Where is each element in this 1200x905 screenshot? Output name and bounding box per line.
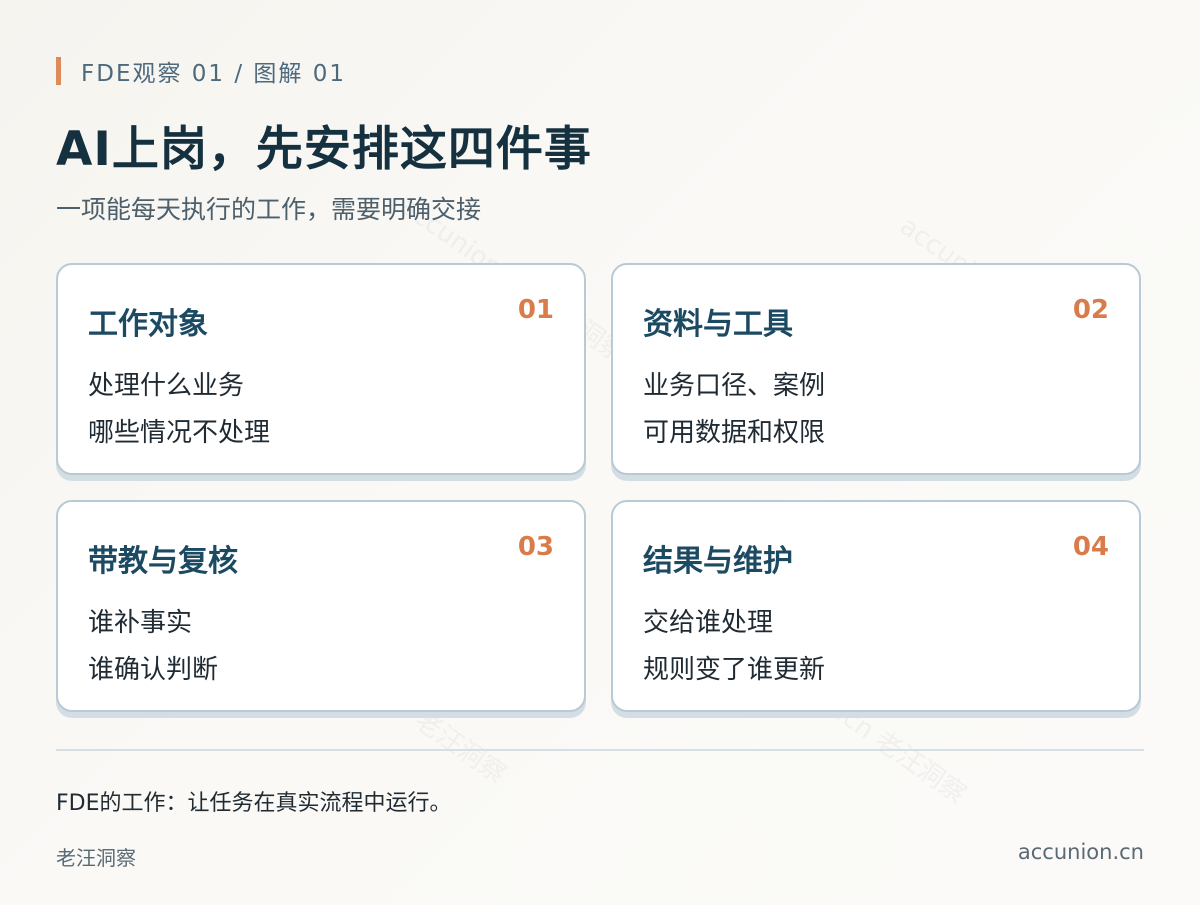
card-line: 交给谁处理	[643, 608, 774, 638]
eyebrow: FDE观察 01 / 图解 01	[56, 56, 346, 87]
card-line: 业务口径、案例	[643, 371, 826, 401]
card-work-object: 工作对象 01 处理什么业务 哪些情况不处理	[56, 263, 586, 475]
card-line: 哪些情况不处理	[88, 418, 271, 448]
page-subtitle: 一项能每天执行的工作，需要明确交接	[56, 195, 482, 224]
card-number: 01	[517, 295, 554, 325]
footer-site: accunion.cn	[1017, 840, 1144, 864]
card-line: 规则变了谁更新	[643, 655, 826, 685]
card-mentoring-review: 带教与复核 03 谁补事实 谁确认判断	[56, 500, 586, 712]
card-title: 结果与维护	[643, 544, 793, 579]
card-line: 可用数据和权限	[643, 418, 826, 448]
card-number: 03	[517, 532, 554, 562]
card-materials-tools: 资料与工具 02 业务口径、案例 可用数据和权限	[611, 263, 1141, 475]
footer-brand: 老汪洞察	[56, 846, 136, 870]
card-title: 带教与复核	[88, 544, 238, 579]
card-title: 资料与工具	[643, 307, 793, 342]
card-results-maintenance: 结果与维护 04 交给谁处理 规则变了谁更新	[611, 500, 1141, 712]
eyebrow-label: FDE观察 01 / 图解 01	[81, 61, 346, 87]
card-line: 谁确认判断	[88, 655, 219, 685]
divider	[56, 749, 1144, 751]
page-title: AI上岗，先安排这四件事	[56, 122, 592, 177]
card-number: 04	[1072, 532, 1109, 562]
page: accunion.cn 老汪洞察 accunion.cn 老汪洞察 accuni…	[0, 0, 1200, 905]
card-line: 处理什么业务	[88, 371, 245, 401]
card-line: 谁补事实	[88, 608, 193, 638]
card-title: 工作对象	[88, 307, 208, 342]
footer-note: FDE的工作：让任务在真实流程中运行。	[56, 791, 452, 816]
card-number: 02	[1072, 295, 1109, 325]
accent-bar	[56, 57, 61, 85]
